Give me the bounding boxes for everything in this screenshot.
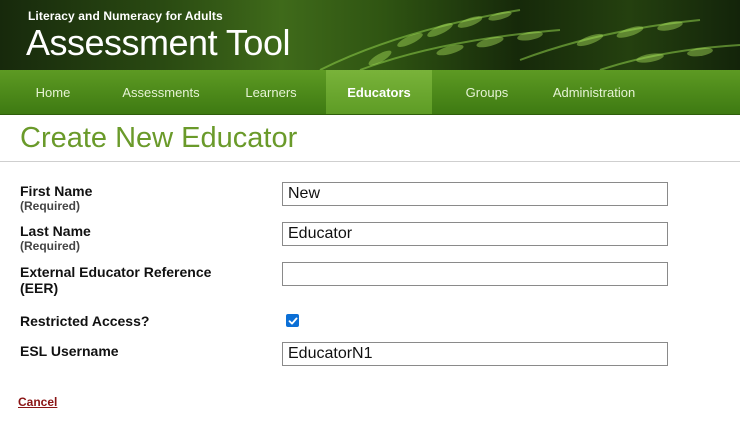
restricted-access-label: Restricted Access?	[20, 313, 150, 329]
nav-item-educators[interactable]: Educators	[326, 70, 432, 114]
page-title: Create New Educator	[0, 115, 740, 162]
nav-item-assessments[interactable]: Assessments	[106, 70, 216, 114]
educator-form: First Name (Required) Last Name (Require…	[0, 162, 740, 392]
restricted-access-checkbox[interactable]	[286, 314, 299, 327]
cancel-link[interactable]: Cancel	[18, 395, 57, 409]
last-name-required-note: (Required)	[20, 239, 80, 253]
nav-item-groups[interactable]: Groups	[432, 70, 542, 114]
first-name-field[interactable]	[282, 182, 668, 206]
banner-title: Assessment Tool	[26, 22, 290, 63]
eer-label: External Educator Reference (EER)	[20, 264, 211, 296]
main-nav: Home Assessments Learners Educators Grou…	[0, 70, 740, 115]
eer-label-line1: External Educator Reference	[20, 264, 212, 280]
eer-field[interactable]	[282, 262, 668, 286]
first-name-label: First Name (Required)	[20, 183, 92, 213]
esl-username-field[interactable]	[282, 342, 668, 366]
checkmark-icon	[288, 317, 297, 324]
first-name-label-text: First Name	[20, 183, 93, 199]
nav-item-home[interactable]: Home	[0, 70, 106, 114]
first-name-required-note: (Required)	[20, 199, 80, 213]
nav-item-administration[interactable]: Administration	[542, 70, 646, 114]
header-banner: Literacy and Numeracy for Adults Assessm…	[0, 0, 740, 70]
nav-item-learners[interactable]: Learners	[216, 70, 326, 114]
eer-label-line2: (EER)	[20, 280, 59, 296]
esl-username-label: ESL Username	[20, 343, 119, 359]
last-name-label: Last Name (Required)	[20, 223, 91, 253]
last-name-label-text: Last Name	[20, 223, 91, 239]
last-name-field[interactable]	[282, 222, 668, 246]
